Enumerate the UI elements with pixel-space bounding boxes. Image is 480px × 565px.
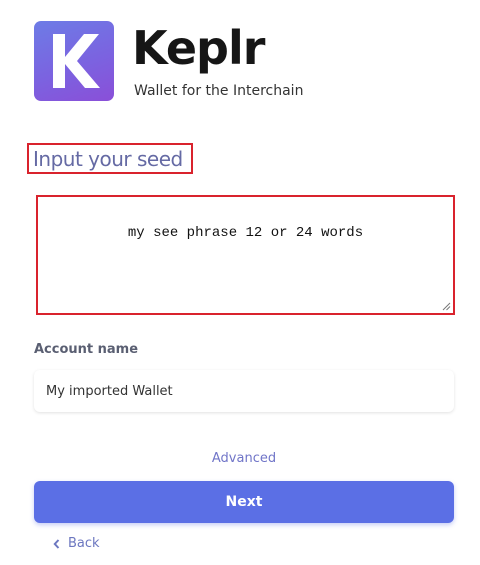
keplr-logo <box>34 21 114 101</box>
back-label: Back <box>68 536 100 551</box>
next-button[interactable]: Next <box>34 481 454 523</box>
back-button[interactable]: Back <box>53 536 100 551</box>
seed-title: Input your seed <box>33 147 183 171</box>
seed-phrase-text: my see phrase 12 or 24 words <box>127 225 364 241</box>
account-name-input[interactable] <box>34 370 454 412</box>
chevron-left-icon <box>53 538 60 549</box>
next-button-label: Next <box>225 494 263 510</box>
logo-k-icon <box>53 34 100 88</box>
account-name-label: Account name <box>34 342 139 357</box>
seed-phrase-textarea[interactable]: my see phrase 12 or 24 words <box>36 195 455 315</box>
resize-handle-icon[interactable] <box>442 302 451 311</box>
advanced-link[interactable]: Advanced <box>0 450 480 468</box>
brand-tagline: Wallet for the Interchain <box>134 83 304 99</box>
brand-name: Keplr <box>132 21 265 75</box>
